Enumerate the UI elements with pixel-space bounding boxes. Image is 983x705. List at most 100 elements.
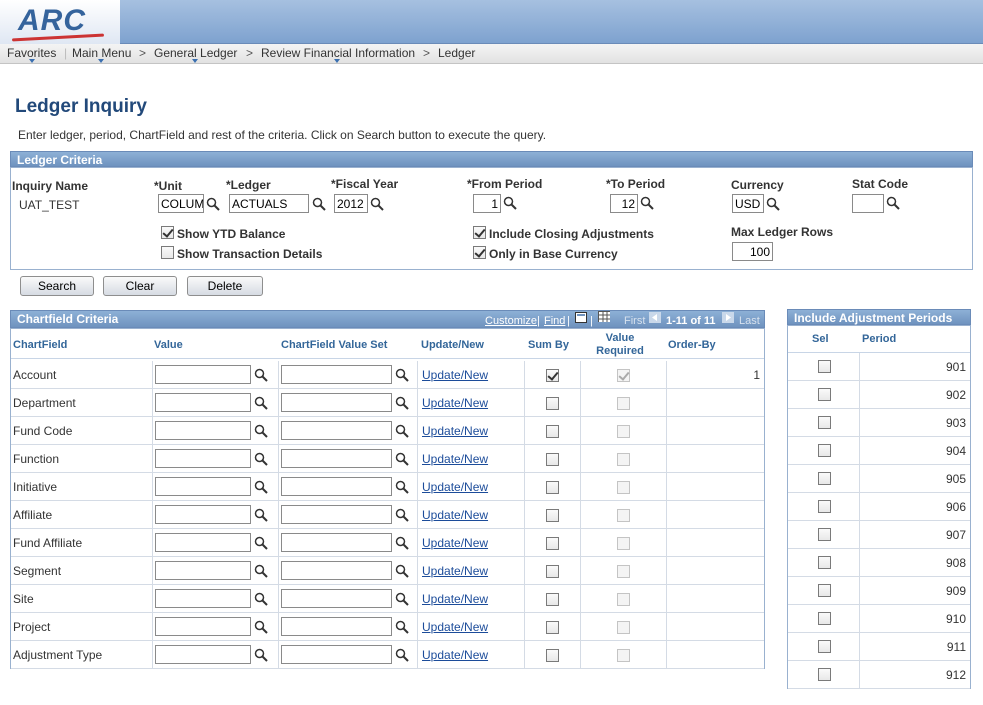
chartfield-value-set-input[interactable] [281,561,392,580]
download-grid-icon[interactable] [598,311,610,322]
chartfield-value-set-input[interactable] [281,533,392,552]
value-input[interactable] [155,505,251,524]
period-select-checkbox[interactable] [818,640,831,653]
search-icon[interactable] [206,197,220,211]
only-base-currency-checkbox[interactable] [473,246,486,259]
value-input[interactable] [155,645,251,664]
search-icon[interactable] [395,648,409,662]
chartfield-value-set-input[interactable] [281,365,392,384]
update-new-link[interactable]: Update/New [422,452,488,466]
search-icon[interactable] [395,536,409,550]
period-select-checkbox[interactable] [818,500,831,513]
search-icon[interactable] [254,424,268,438]
nav-general-ledger[interactable]: General Ledger [154,46,237,60]
search-icon[interactable] [395,564,409,578]
search-icon[interactable] [640,196,654,210]
period-select-checkbox[interactable] [818,472,831,485]
clear-button[interactable]: Clear [103,276,177,296]
search-icon[interactable] [766,197,780,211]
chartfield-value-set-input[interactable] [281,393,392,412]
nav-favorites[interactable]: Favorites [7,46,56,60]
period-select-checkbox[interactable] [818,416,831,429]
update-new-link[interactable]: Update/New [422,564,488,578]
value-input[interactable] [155,589,251,608]
search-icon[interactable] [503,196,517,210]
stat-code-input[interactable] [852,194,884,213]
nav-ledger[interactable]: Ledger [438,46,475,60]
period-select-checkbox[interactable] [818,444,831,457]
include-closing-adjustments-checkbox[interactable] [473,226,486,239]
update-new-link[interactable]: Update/New [422,620,488,634]
search-icon[interactable] [254,452,268,466]
update-new-link[interactable]: Update/New [422,480,488,494]
period-select-checkbox[interactable] [818,556,831,569]
update-new-link[interactable]: Update/New [422,424,488,438]
search-icon[interactable] [395,620,409,634]
unit-input[interactable]: COLUM [158,194,204,213]
sum-by-checkbox[interactable] [546,425,559,438]
search-icon[interactable] [254,648,268,662]
sum-by-checkbox[interactable] [546,565,559,578]
search-icon[interactable] [254,592,268,606]
search-icon[interactable] [395,396,409,410]
sum-by-checkbox[interactable] [546,621,559,634]
sum-by-checkbox[interactable] [546,481,559,494]
column-header-order-by[interactable]: Order-By [668,339,716,351]
chartfield-value-set-input[interactable] [281,421,392,440]
chartfield-value-set-input[interactable] [281,477,392,496]
update-new-link[interactable]: Update/New [422,508,488,522]
chartfield-value-set-input[interactable] [281,617,392,636]
search-icon[interactable] [395,452,409,466]
value-input[interactable] [155,533,251,552]
chevron-down-icon[interactable] [334,59,340,63]
sum-by-checkbox[interactable] [546,593,559,606]
period-select-checkbox[interactable] [818,584,831,597]
period-select-checkbox[interactable] [818,388,831,401]
show-ytd-checkbox[interactable] [161,226,174,239]
to-period-input[interactable]: 12 [610,194,638,213]
sum-by-checkbox[interactable] [546,537,559,550]
search-icon[interactable] [395,368,409,382]
period-select-checkbox[interactable] [818,668,831,681]
chartfield-value-set-input[interactable] [281,645,392,664]
value-input[interactable] [155,561,251,580]
search-icon[interactable] [395,480,409,494]
period-select-checkbox[interactable] [818,360,831,373]
column-header-value[interactable]: Value [154,339,183,351]
nav-main-menu[interactable]: Main Menu [72,46,131,60]
column-header-sel[interactable]: Sel [812,333,829,345]
value-input[interactable] [155,365,251,384]
search-icon[interactable] [254,620,268,634]
value-input[interactable] [155,421,251,440]
search-icon[interactable] [886,196,900,210]
search-icon[interactable] [395,592,409,606]
column-header-update-new[interactable]: Update/New [421,339,484,351]
chartfield-value-set-input[interactable] [281,449,392,468]
search-icon[interactable] [254,480,268,494]
chevron-down-icon[interactable] [192,59,198,63]
column-header-chartfield-value-set[interactable]: ChartField Value Set [281,339,387,351]
view-all-icon[interactable] [575,312,587,323]
from-period-input[interactable]: 1 [473,194,501,213]
search-button[interactable]: Search [20,276,94,296]
chevron-down-icon[interactable] [29,59,35,63]
sum-by-checkbox[interactable] [546,649,559,662]
update-new-link[interactable]: Update/New [422,368,488,382]
update-new-link[interactable]: Update/New [422,536,488,550]
search-icon[interactable] [254,368,268,382]
sum-by-checkbox[interactable] [546,369,559,382]
customize-link[interactable]: Customize [485,315,537,327]
column-header-chartfield[interactable]: ChartField [13,339,67,351]
show-transaction-details-checkbox[interactable] [161,246,174,259]
search-icon[interactable] [312,197,326,211]
max-ledger-rows-input[interactable]: 100 [732,242,773,261]
period-select-checkbox[interactable] [818,612,831,625]
chartfield-value-set-input[interactable] [281,505,392,524]
ledger-input[interactable]: ACTUALS [229,194,309,213]
sum-by-checkbox[interactable] [546,453,559,466]
search-icon[interactable] [370,197,384,211]
fiscal-year-input[interactable]: 2012 [334,194,368,213]
order-by-value[interactable]: 1 [740,368,760,382]
search-icon[interactable] [254,396,268,410]
delete-button[interactable]: Delete [187,276,263,296]
